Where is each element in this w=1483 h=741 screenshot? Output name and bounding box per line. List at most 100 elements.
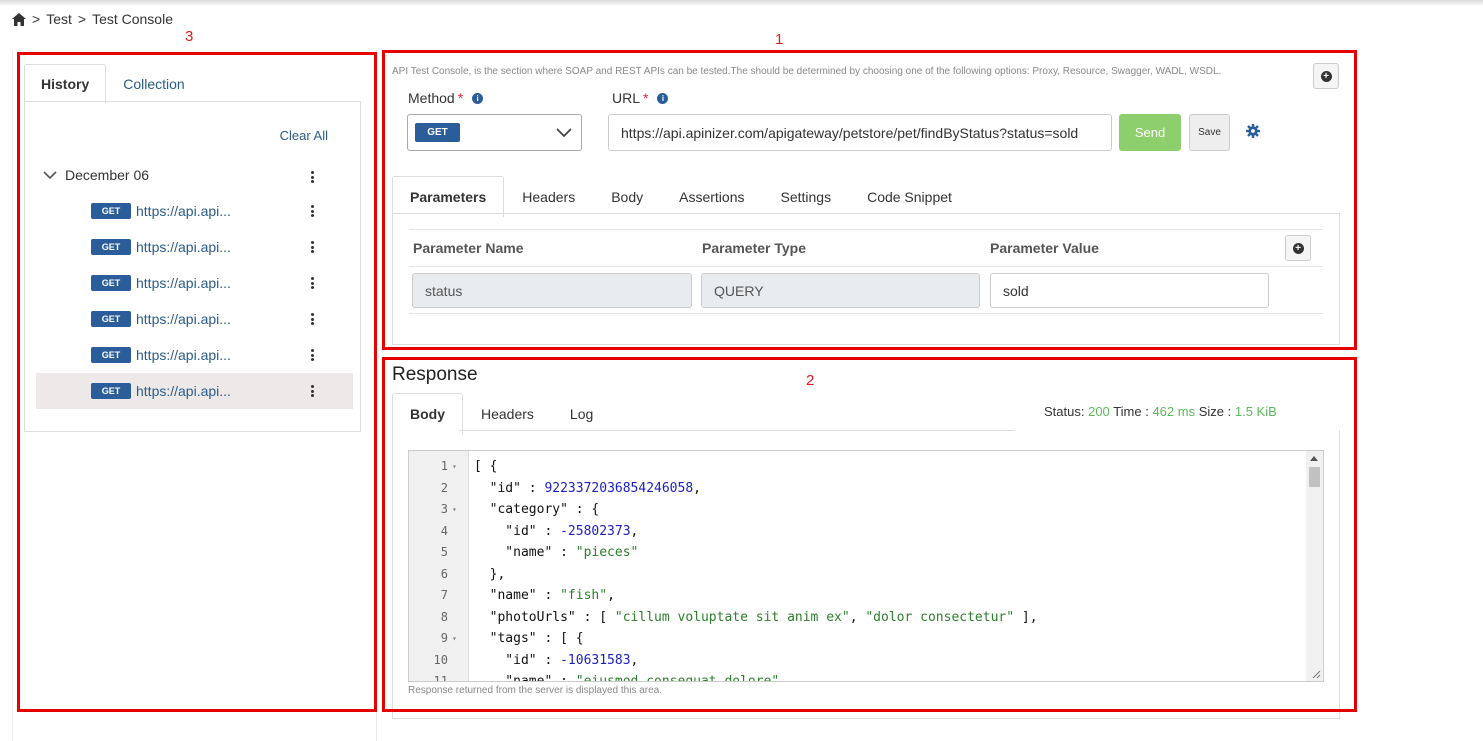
url-input[interactable]: https://api.apinizer.com/apigateway/pets… (608, 114, 1112, 151)
send-button[interactable]: Send (1119, 114, 1181, 151)
scroll-thumb[interactable] (1309, 467, 1320, 487)
param-value-header: Parameter Value (990, 240, 1099, 256)
fold-arrow-icon[interactable]: ▾ (452, 499, 457, 521)
required-mark: * (643, 90, 649, 106)
home-icon[interactable] (12, 12, 26, 26)
code-text: }, (474, 566, 506, 582)
info-icon[interactable]: i (472, 92, 484, 104)
breadcrumb-test[interactable]: Test (46, 11, 72, 27)
method-select[interactable]: GET (407, 114, 582, 151)
info-icon[interactable]: i (657, 92, 669, 104)
response-tabs-divider (459, 430, 1015, 431)
code-text: "name" : "fish", (474, 588, 615, 603)
history-url[interactable]: https://api.api... (136, 383, 231, 399)
response-hint: Response returned from the server is dis… (408, 685, 663, 696)
code-text: [ { (474, 459, 498, 474)
param-name-header: Parameter Name (413, 240, 524, 256)
history-url[interactable]: https://api.api... (136, 203, 231, 219)
code-line: 6 }, (409, 564, 1309, 586)
tab-parameters[interactable]: Parameters (392, 176, 505, 217)
history-item-selected[interactable]: GET https://api.api... (36, 373, 353, 409)
kebab-icon[interactable] (310, 385, 314, 397)
line-number: 3 (440, 502, 448, 516)
breadcrumb-separator: > (32, 11, 41, 27)
code-line: 11 "name" : "eiusmod consequat dolore" (409, 671, 1309, 682)
history-card: Clear All December 06 GET https://api.ap… (24, 101, 361, 432)
line-number: 1 (440, 459, 448, 473)
editor-scrollbar[interactable] (1306, 451, 1323, 681)
history-item[interactable]: GET https://api.api... (36, 229, 353, 265)
chevron-down-icon (556, 128, 572, 138)
annotation-label: 1 (775, 31, 784, 48)
method-label-text: Method (408, 90, 455, 106)
url-label-text: URL (612, 90, 641, 106)
line-number: 6 (440, 566, 448, 581)
code-line: 10 "id" : -10631583, (409, 650, 1309, 672)
breadcrumb-test-console: Test Console (92, 11, 173, 27)
history-item[interactable]: GET https://api.api... (36, 337, 353, 373)
history-item[interactable]: GET https://api.api... (36, 265, 353, 301)
kebab-icon[interactable] (310, 241, 314, 253)
gear-icon[interactable] (1246, 124, 1260, 138)
line-number: 5 (440, 545, 448, 559)
code-line: 7 "name" : "fish", (409, 585, 1309, 607)
panel-divider (376, 50, 377, 741)
tab-response-body[interactable]: Body (392, 393, 463, 434)
line-number: 2 (440, 480, 448, 495)
tab-response-headers[interactable]: Headers (463, 393, 552, 434)
history-group[interactable]: December 06 (43, 167, 149, 183)
fold-arrow-icon[interactable]: ▾ (452, 628, 457, 650)
code-line: 2 "id" : 9223372036854246058, (409, 478, 1309, 500)
breadcrumb-separator: > (77, 11, 87, 27)
tab-response-log[interactable]: Log (552, 393, 611, 434)
clear-all-link[interactable]: Clear All (280, 128, 328, 143)
tab-headers[interactable]: Headers (504, 176, 593, 217)
status-value: 200 (1088, 404, 1110, 419)
size-label: Size : (1198, 404, 1232, 419)
param-type-field: QUERY (701, 273, 980, 308)
history-url[interactable]: https://api.api... (136, 311, 231, 327)
line-number: 4 (440, 523, 448, 538)
method-badge: GET (91, 203, 131, 219)
required-mark: * (457, 90, 464, 106)
tab-collection[interactable]: Collection (106, 64, 201, 103)
kebab-icon[interactable] (310, 205, 314, 217)
resize-handle-icon[interactable] (1312, 670, 1321, 679)
line-number: 9 (440, 631, 448, 645)
time-value: 462 ms (1152, 404, 1196, 419)
history-item[interactable]: GET https://api.api... (36, 193, 353, 229)
scroll-up-arrow[interactable] (1310, 456, 1318, 461)
kebab-icon[interactable] (310, 313, 314, 325)
history-url[interactable]: https://api.api... (136, 275, 231, 291)
method-badge: GET (91, 239, 131, 255)
history-item[interactable]: GET https://api.api... (36, 301, 353, 337)
response-editor[interactable]: 1 ▾ [ {2 "id" : 9223372036854246058, 3 ▾ "ca… (408, 450, 1324, 682)
kebab-icon[interactable] (310, 171, 314, 183)
add-parameter-button[interactable]: + (1285, 235, 1311, 261)
tab-history[interactable]: History (24, 64, 107, 103)
tab-assertions[interactable]: Assertions (661, 176, 762, 217)
line-number: 10 (433, 652, 448, 667)
fold-arrow-icon[interactable]: ▾ (452, 456, 457, 478)
param-value-field[interactable]: sold (990, 273, 1269, 308)
code-line: 1 ▾ [ { (409, 456, 1309, 478)
method-badge: GET (91, 275, 131, 291)
kebab-icon[interactable] (310, 277, 314, 289)
tab-settings[interactable]: Settings (762, 176, 849, 217)
history-url[interactable]: https://api.api... (136, 347, 231, 363)
parameters-header-row (409, 229, 1323, 267)
chevron-down-icon[interactable] (43, 170, 57, 180)
method-badge: GET (91, 311, 131, 327)
code-text: "name" : "eiusmod consequat dolore" (474, 674, 780, 682)
param-type-header: Parameter Type (702, 240, 807, 256)
tab-body[interactable]: Body (593, 176, 661, 217)
kebab-icon[interactable] (310, 349, 314, 361)
method-badge: GET (91, 347, 131, 363)
save-button[interactable]: Save (1189, 114, 1230, 151)
history-url[interactable]: https://api.api... (136, 239, 231, 255)
annotation-label: 2 (806, 372, 815, 389)
tab-code-snippet[interactable]: Code Snippet (849, 176, 970, 217)
add-request-button[interactable]: + (1313, 63, 1339, 89)
code-text: "id" : 9223372036854246058, (474, 480, 701, 496)
param-name-field: status (412, 273, 692, 308)
